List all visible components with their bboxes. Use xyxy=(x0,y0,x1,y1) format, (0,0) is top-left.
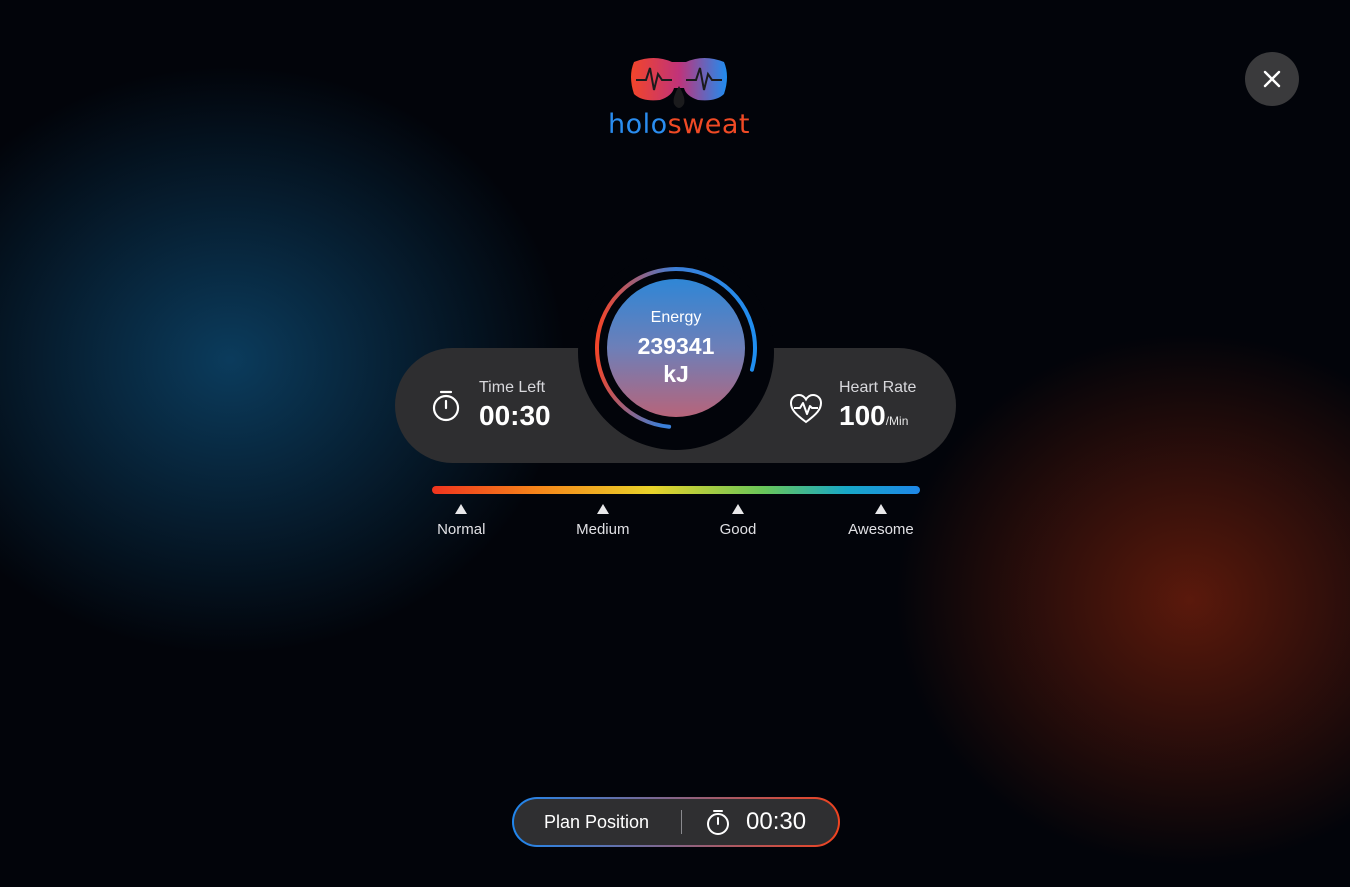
heart-rate-value: 100 xyxy=(839,400,886,431)
plan-position-inner: Plan Position 00:30 xyxy=(514,799,838,845)
plan-time-value: 00:30 xyxy=(746,808,807,835)
brand-word-holo: holo xyxy=(607,109,668,140)
heart-rate-unit: /Min xyxy=(885,414,909,428)
intensity-marker: Good xyxy=(683,504,793,539)
goggles-heartbeat-drop-logo-icon xyxy=(631,58,727,108)
energy-display: Energy 239341 kJ xyxy=(607,279,745,417)
stopwatch-icon xyxy=(429,389,463,423)
time-left-stat: Time Left 00:30 xyxy=(429,378,551,434)
energy-value: 239341 xyxy=(637,333,715,359)
time-left-value: 00:30 xyxy=(479,400,551,431)
intensity-level-label: Normal xyxy=(437,521,486,538)
time-left-label: Time Left xyxy=(479,379,546,396)
intensity-marker: Normal xyxy=(406,504,516,539)
stopwatch-icon xyxy=(707,810,729,835)
intensity-gradient-bar xyxy=(432,486,920,494)
intensity-level-label: Awesome xyxy=(848,521,914,538)
energy-label: Energy xyxy=(650,309,702,326)
intensity-level-label: Good xyxy=(719,521,757,538)
plan-position-label: Plan Position xyxy=(544,812,650,832)
brand-word-sweat: sweat xyxy=(667,109,751,140)
close-icon xyxy=(1263,70,1281,88)
heart-rate-stat: Heart Rate 100/Min xyxy=(789,378,916,439)
plan-position-pill[interactable]: Plan Position 00:30 xyxy=(512,797,840,847)
heart-rate-label: Heart Rate xyxy=(839,379,917,396)
triangle-up-icon xyxy=(874,504,887,514)
close-button[interactable] xyxy=(1245,52,1299,106)
intensity-level-label: Medium xyxy=(576,521,630,538)
heart-pulse-icon xyxy=(789,392,823,426)
brand-logo: holosweat xyxy=(596,56,762,144)
energy-unit: kJ xyxy=(663,361,689,387)
plan-divider xyxy=(681,810,682,834)
intensity-marker: Awesome xyxy=(826,504,936,539)
brand-wordmark: holosweat xyxy=(596,108,762,142)
triangle-up-icon xyxy=(455,504,468,514)
triangle-up-icon xyxy=(731,504,744,514)
intensity-marker: Medium xyxy=(548,504,658,539)
heart-rate-readout: 100/Min xyxy=(839,398,916,439)
triangle-up-icon xyxy=(596,504,609,514)
